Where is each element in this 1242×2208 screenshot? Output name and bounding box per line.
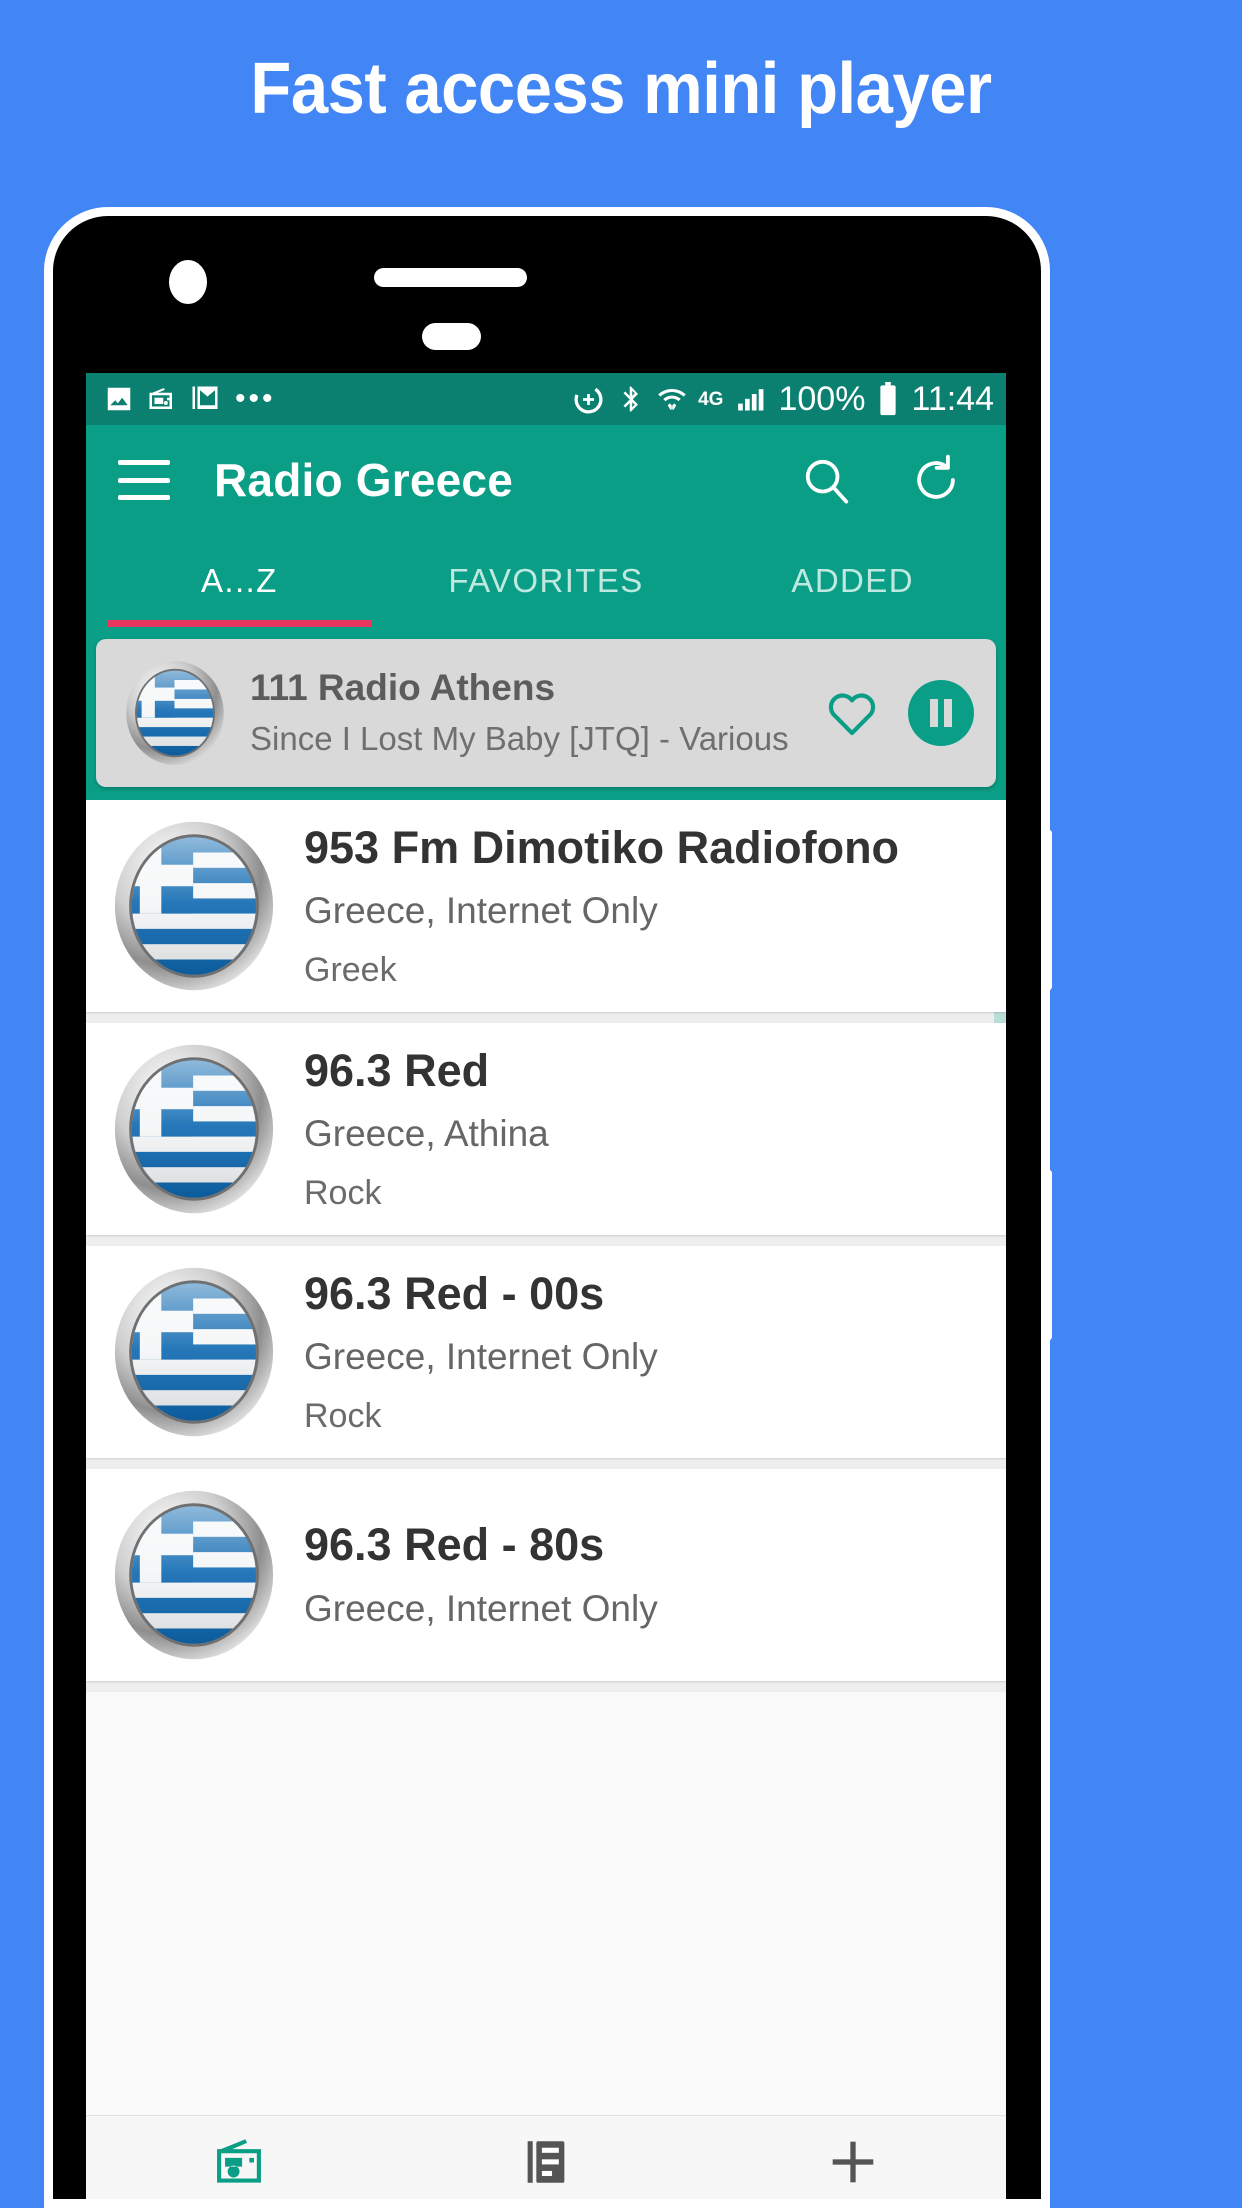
do-not-disturb-icon (572, 383, 605, 416)
tab-bar: A...Z FAVORITES ADDED (86, 535, 1006, 627)
phone-mockup: ••• 4G 100% 11:44 Radio Greece A...Z FAV… (44, 207, 1050, 2208)
tab-favorites[interactable]: FAVORITES (393, 535, 700, 627)
list-item[interactable]: 96.3 Red Greece, Athina Rock (86, 1023, 1006, 1235)
mini-player[interactable]: 111 Radio Athens Since I Lost My Baby [J… (96, 639, 996, 787)
bluetooth-icon (616, 384, 646, 414)
station-list: 953 Fm Dimotiko Radiofono Greece, Intern… (86, 800, 1006, 1692)
promo-screenshot: Fast access mini player ••• 4G 100% 11:4… (0, 0, 1242, 2208)
search-icon[interactable] (798, 452, 854, 508)
status-bar-system: 4G 100% 11:44 (572, 382, 994, 416)
tab-a-to-z[interactable]: A...Z (86, 535, 393, 627)
greece-flag-icon (114, 1490, 274, 1660)
mini-player-station-name: 111 Radio Athens (250, 667, 556, 709)
mini-player-text: 111 Radio Athens Since I Lost My Baby [J… (244, 667, 812, 759)
proximity-sensor (422, 323, 481, 350)
promo-headline: Fast access mini player (250, 49, 992, 129)
list-item-text: 96.3 Red - 00s Greece, Internet Only Roc… (280, 1267, 658, 1435)
station-location: Greece, Athina (304, 1113, 549, 1155)
hamburger-menu-icon[interactable] (118, 460, 170, 500)
station-genre: Greek (304, 950, 397, 989)
image-icon (104, 384, 134, 414)
bottom-nav-add[interactable] (699, 2133, 1006, 2191)
station-name: 96.3 Red (304, 1044, 490, 1096)
tab-active-indicator (108, 620, 371, 627)
front-camera-icon (169, 260, 207, 304)
greece-flag-icon (114, 1267, 274, 1437)
radio-icon (147, 384, 177, 414)
signal-icon (734, 383, 767, 416)
refresh-icon[interactable] (908, 452, 964, 508)
mini-player-container: 111 Radio Athens Since I Lost My Baby [J… (86, 627, 1006, 800)
greece-flag-icon (126, 661, 224, 765)
page-title: Radio Greece (214, 454, 513, 506)
list-item-text: 96.3 Red - 80s Greece, Internet Only (280, 1520, 658, 1629)
playlist-icon (527, 2141, 565, 2183)
battery-icon (876, 382, 900, 416)
bottom-nav-playlist[interactable] (393, 2133, 700, 2191)
station-location: Greece, Internet Only (304, 890, 658, 932)
mini-player-actions (824, 680, 974, 746)
plus-icon (832, 2141, 873, 2183)
bottom-navigation-bar (86, 2115, 1006, 2199)
status-bar-notifications: ••• (104, 384, 572, 414)
radio-icon (217, 2139, 262, 2183)
list-item-text: 96.3 Red Greece, Athina Rock (280, 1044, 549, 1212)
station-genre: Rock (304, 1396, 382, 1435)
app-bar: Radio Greece (86, 425, 1006, 535)
bottom-nav-radio[interactable] (86, 2131, 393, 2193)
gmail-icon (190, 384, 220, 414)
list-item[interactable]: 953 Fm Dimotiko Radiofono Greece, Intern… (86, 800, 1006, 1012)
station-name: 96.3 Red - 00s (304, 1267, 605, 1319)
clock-label: 11:44 (911, 380, 994, 418)
station-location: Greece, Internet Only (304, 1587, 658, 1629)
greece-flag-icon (114, 821, 274, 991)
station-name: 96.3 Red - 80s (304, 1519, 605, 1571)
battery-percent-label: 100% (778, 380, 866, 418)
greece-flag-icon (114, 1044, 274, 1214)
station-name: 953 Fm Dimotiko Radiofono (304, 821, 900, 873)
app-bar-actions (798, 452, 964, 508)
phone-screen: ••• 4G 100% 11:44 Radio Greece A...Z FAV… (86, 373, 1006, 2199)
tab-added[interactable]: ADDED (699, 535, 1006, 627)
earpiece-speaker (374, 268, 527, 287)
network-type-label: 4G (698, 388, 724, 410)
list-item[interactable]: 96.3 Red - 80s Greece, Internet Only (86, 1469, 1006, 1681)
more-dots-icon: ••• (235, 382, 276, 415)
status-bar: ••• 4G 100% 11:44 (86, 373, 1006, 425)
mini-player-now-playing: Since I Lost My Baby [JTQ] - Various (250, 719, 789, 757)
station-location: Greece, Internet Only (304, 1336, 658, 1378)
list-item-text: 953 Fm Dimotiko Radiofono Greece, Intern… (280, 821, 900, 989)
heart-outline-icon[interactable] (824, 685, 880, 741)
pause-icon[interactable] (908, 680, 974, 746)
list-item[interactable]: 96.3 Red - 00s Greece, Internet Only Roc… (86, 1246, 1006, 1458)
wifi-icon (657, 384, 687, 414)
station-genre: Rock (304, 1173, 382, 1212)
